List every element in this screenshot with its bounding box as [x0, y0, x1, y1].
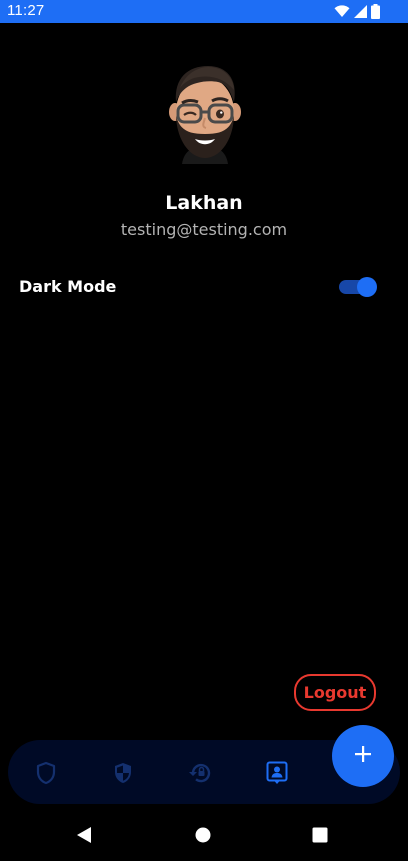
shield-icon: [35, 761, 57, 785]
wifi-icon: [334, 5, 350, 18]
user-name: Lakhan: [165, 192, 243, 214]
signal-icon: [354, 5, 367, 18]
back-icon: [76, 826, 92, 848]
status-icons: [334, 4, 380, 19]
home-button[interactable]: [194, 827, 212, 847]
status-bar: 11:27: [0, 0, 408, 23]
nav-item-profile[interactable]: [264, 760, 290, 786]
home-icon: [195, 827, 211, 847]
plus-icon: [354, 745, 372, 767]
logout-button[interactable]: Logout: [294, 674, 376, 711]
nav-item-security[interactable]: [110, 760, 136, 786]
battery-icon: [371, 4, 380, 19]
history-restore-icon: [187, 761, 213, 785]
dark-mode-label: Dark Mode: [19, 277, 117, 296]
add-fab-button[interactable]: [332, 725, 394, 787]
toggle-thumb: [357, 277, 377, 297]
dark-mode-toggle[interactable]: [339, 277, 377, 297]
profile-screen: 11:27 Lakhan testing@testing.com Dark Mo…: [0, 0, 408, 861]
security-shield-icon: [112, 761, 134, 785]
profile-badge-icon: [265, 760, 289, 786]
recents-button[interactable]: [311, 827, 329, 847]
nav-item-shield[interactable]: [33, 760, 59, 786]
back-button[interactable]: [75, 826, 93, 848]
recents-icon: [312, 827, 328, 847]
memoji-avatar-icon: [164, 60, 246, 164]
user-email: testing@testing.com: [120, 220, 288, 239]
system-nav-bar: [0, 812, 408, 861]
status-time: 11:27: [7, 2, 45, 19]
nav-item-history[interactable]: [187, 760, 213, 786]
